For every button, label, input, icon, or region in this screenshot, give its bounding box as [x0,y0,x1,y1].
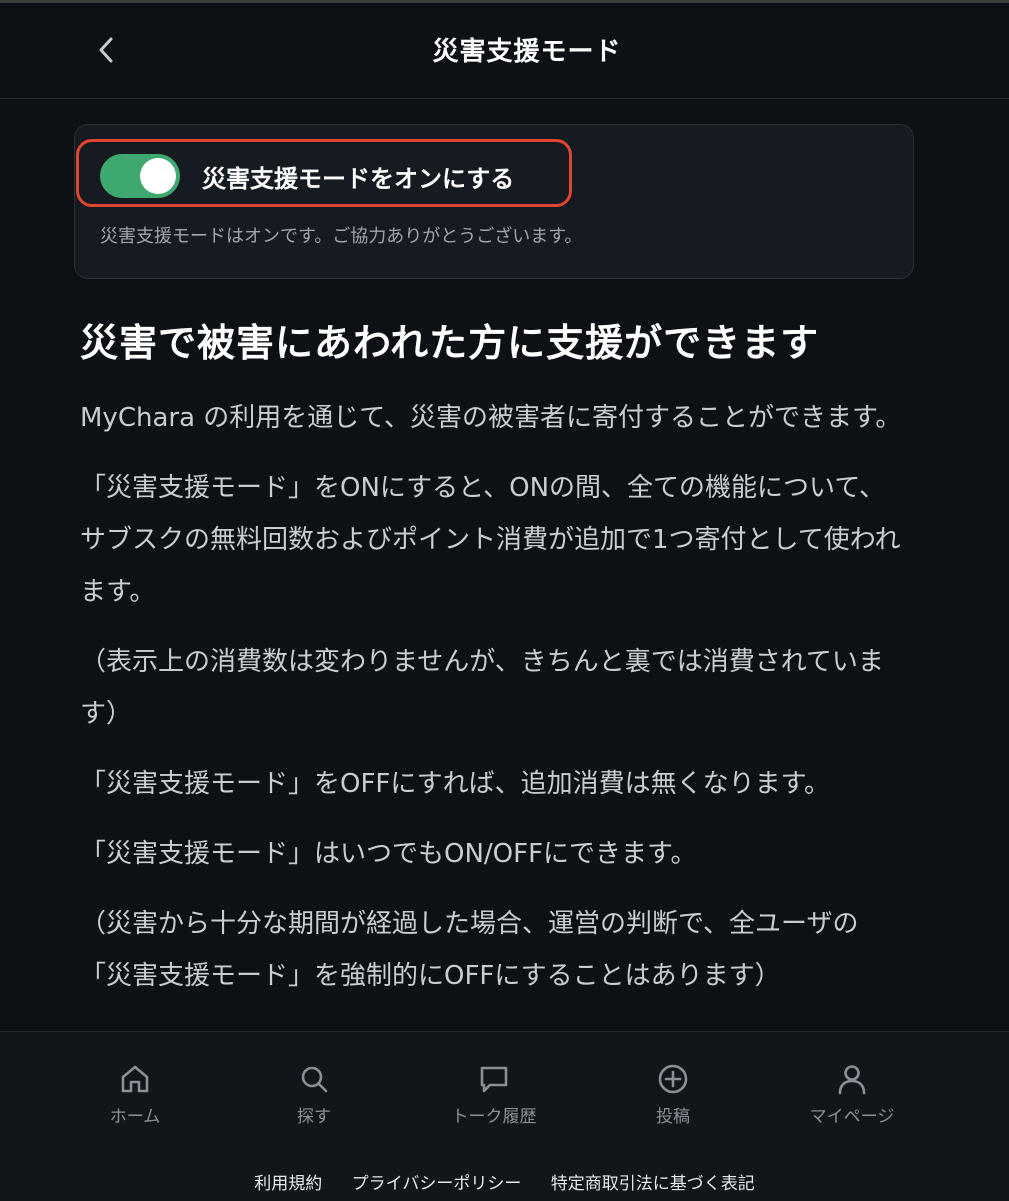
section-heading: 災害で被害にあわれた方に支援ができます [80,321,820,365]
paragraph: MyChara の利用を通じて、災害の被害者に寄付することができます。 [80,403,902,433]
nav-item-talk-history[interactable]: トーク履歴 [424,1062,564,1142]
nav-label: トーク履歴 [451,1107,537,1127]
nav-item-my-page[interactable]: マイページ [782,1062,922,1142]
description-content: MyChara の利用を通じて、災害の被害者に寄付することができます。 「災害支… [80,392,910,1032]
toggle-label: 災害支援モードをオンにする [202,165,515,193]
home-icon [121,1065,149,1093]
disaster-mode-card: 災害支援モードをオンにする 災害支援モードはオンです。ご協力ありがとうございます… [74,124,914,279]
paragraph: 「災害支援モード」はいつでもON/OFFにできます。 [80,839,697,869]
nav-label: ホーム [109,1107,161,1127]
commercial-law-link[interactable]: 特定商取引法に基づく表記 [551,1174,755,1194]
nav-label: 探す [297,1107,331,1127]
toggle-status-text: 災害支援モードはオンです。ご協力ありがとうございます。 [100,226,583,247]
nav-item-search[interactable]: 探す [244,1062,384,1142]
disaster-mode-switch[interactable] [100,154,180,198]
search-icon [301,1066,328,1093]
nav-label: 投稿 [656,1107,690,1127]
switch-knob [140,158,176,194]
bottom-navigation: ホーム 探す トーク履歴 投稿 マイページ 利用規約 プライバシーポリシー 特定… [0,1031,1009,1201]
page-header: 災害支援モード [0,3,1009,99]
nav-label: マイページ [809,1107,895,1127]
terms-link[interactable]: 利用規約 [254,1174,322,1194]
footer-links: 利用規約 プライバシーポリシー 特定商取引法に基づく表記 [0,1169,1009,1194]
nav-item-home[interactable]: ホーム [65,1062,205,1142]
nav-item-post[interactable]: 投稿 [603,1062,743,1142]
chat-bubble-icon [480,1066,508,1093]
disaster-mode-toggle-row[interactable]: 災害支援モードをオンにする [76,139,572,207]
paragraph: 「災害支援モード」をOFFにすれば、追加消費は無くなります。 [80,769,831,799]
page-title: 災害支援モード [432,37,622,67]
paragraph: 「災害支援モード」をONにすると、ONの間、全ての機能について、サブスクの無料回… [80,473,901,607]
paragraph: （災害から十分な期間が経過した場合、運営の判断で、全ユーザの「災害支援モード」を… [80,909,859,991]
privacy-policy-link[interactable]: プライバシーポリシー [352,1174,522,1194]
plus-circle-icon [658,1064,688,1094]
user-icon [838,1065,866,1095]
paragraph: （表示上の消費数は変わりませんが、きちんと裏では消費されています） [80,647,884,729]
